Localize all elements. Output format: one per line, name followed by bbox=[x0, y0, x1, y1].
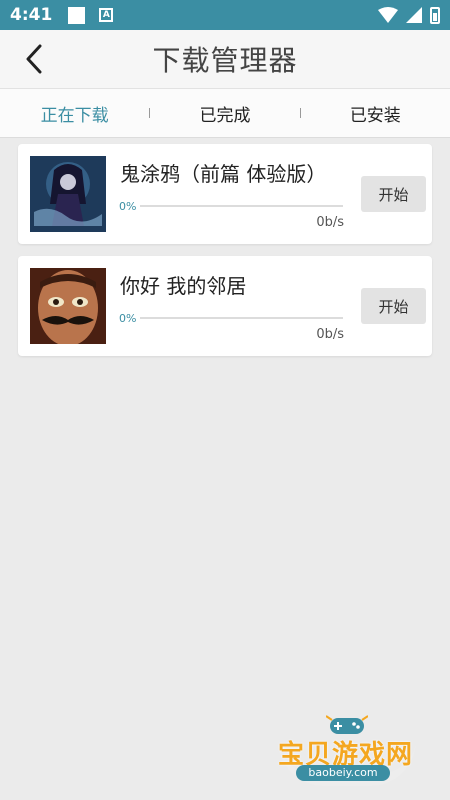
download-item: 你好 我的邻居 0% 0b/s 开始 bbox=[18, 256, 432, 356]
gamepad-icon bbox=[326, 715, 368, 734]
progress-percent: 0% bbox=[119, 200, 137, 213]
chevron-left-icon bbox=[26, 44, 42, 74]
download-speed: 0b/s bbox=[316, 327, 344, 342]
game-thumbnail bbox=[30, 156, 106, 232]
back-button[interactable] bbox=[14, 38, 54, 80]
game-thumbnail bbox=[30, 268, 106, 344]
progress-bar bbox=[140, 317, 343, 319]
tab-installed[interactable]: 已安装 bbox=[301, 101, 450, 126]
start-button[interactable]: 开始 bbox=[361, 176, 426, 212]
notification-square-icon bbox=[68, 6, 86, 24]
game-name: 鬼涂鸦（前篇 体验版） bbox=[120, 162, 327, 186]
tab-bar: 正在下载 已完成 已安装 bbox=[0, 88, 450, 138]
tab-downloading[interactable]: 正在下载 bbox=[0, 101, 149, 126]
status-bar: 4:41 A bbox=[0, 0, 450, 30]
tab-completed[interactable]: 已完成 bbox=[150, 101, 299, 126]
download-item: 鬼涂鸦（前篇 体验版） 0% 0b/s 开始 bbox=[18, 144, 432, 244]
download-list: 鬼涂鸦（前篇 体验版） 0% 0b/s 开始 你好 我的邻居 0% 0b/s 开… bbox=[18, 144, 432, 368]
game-name: 你好 我的邻居 bbox=[120, 274, 247, 298]
start-button[interactable]: 开始 bbox=[361, 288, 426, 324]
battery-icon bbox=[430, 6, 440, 24]
wifi-icon bbox=[378, 7, 398, 23]
page-title: 下载管理器 bbox=[152, 44, 298, 77]
status-time: 4:41 bbox=[10, 5, 53, 25]
watermark-url: baobeiy.com bbox=[296, 765, 390, 781]
title-bar: 下载管理器 bbox=[0, 30, 450, 88]
download-speed: 0b/s bbox=[316, 215, 344, 230]
notification-a-icon: A bbox=[99, 8, 114, 22]
site-watermark: 宝贝游戏网 baobeiy.com bbox=[272, 712, 422, 792]
status-indicators bbox=[378, 6, 440, 24]
cellular-signal-icon bbox=[406, 7, 422, 23]
progress-bar bbox=[140, 205, 343, 207]
progress-percent: 0% bbox=[119, 312, 137, 325]
